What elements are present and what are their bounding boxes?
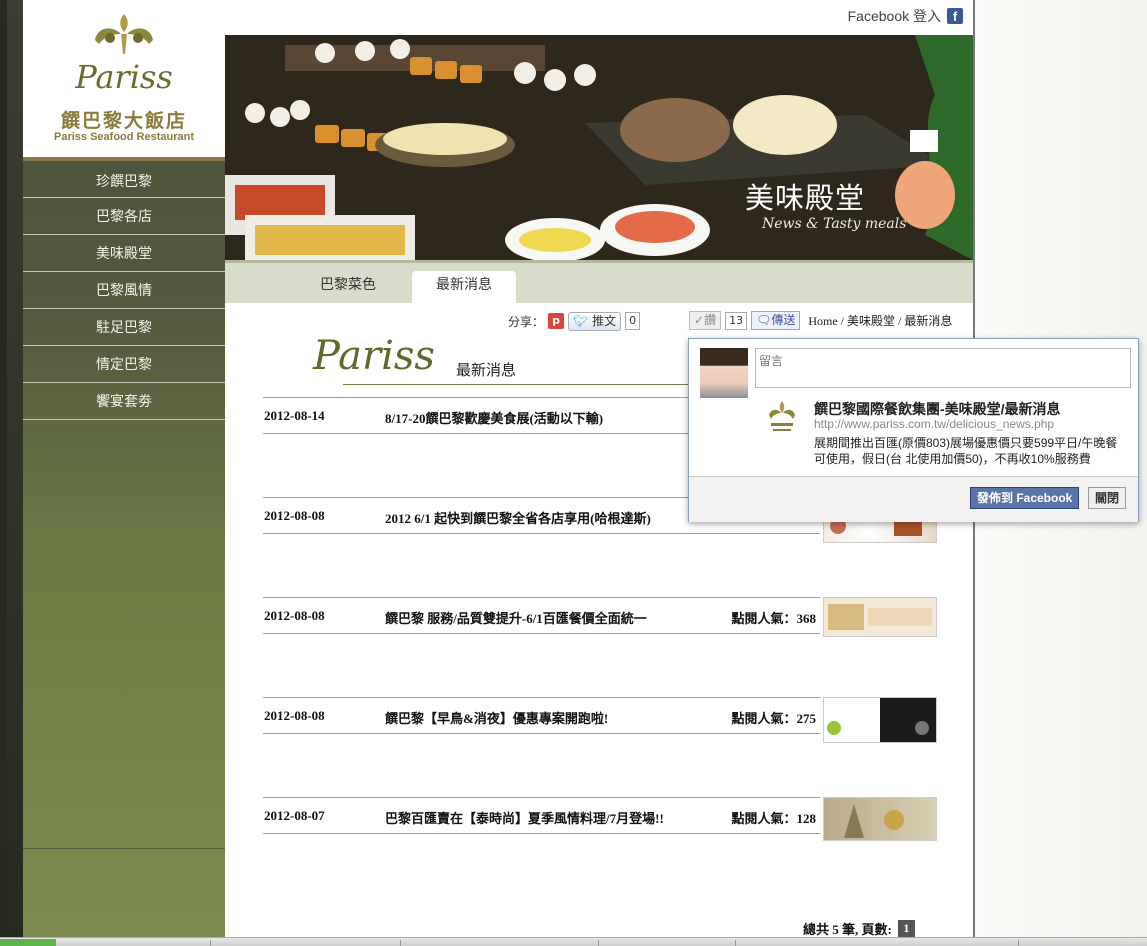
- plurk-icon[interactable]: p: [548, 313, 565, 329]
- facebook-login-link[interactable]: Facebook 登入 f: [848, 6, 963, 26]
- shared-link-description: 展期間推出百匯(原價803)展場優惠價只要599平日/午晚餐可使用，假日(台 北…: [814, 436, 1118, 466]
- speech-bubble-icon: 🗨︎: [756, 313, 772, 327]
- sidebar-item-cuisine[interactable]: 珍饌巴黎: [23, 165, 225, 198]
- news-views: 點閱人氣：275: [731, 711, 816, 726]
- news-thumbnail-4[interactable]: [823, 697, 937, 743]
- sidebar-item-branches[interactable]: 巴黎各店: [23, 198, 225, 235]
- news-date: 2012-08-08: [264, 508, 325, 523]
- close-button[interactable]: 關閉: [1088, 487, 1127, 509]
- news-title[interactable]: 饌巴黎【早鳥&消夜】優惠專案開跑啦!: [385, 708, 608, 727]
- like-button[interactable]: ✓讚: [689, 311, 722, 330]
- news-date: 2012-08-08: [264, 708, 325, 723]
- like-count: 13: [725, 311, 748, 330]
- send-label: 傳送: [771, 313, 796, 327]
- logo[interactable]: Pariss 饌巴黎大飯店 Pariss Seafood Restaurant: [23, 0, 225, 161]
- share-label: 分享：: [508, 314, 545, 329]
- news-thumbnail-5[interactable]: [823, 797, 937, 841]
- sidebar-item-style[interactable]: 巴黎風情: [23, 272, 225, 309]
- sidebar-item-vouchers[interactable]: 饗宴套劵: [23, 383, 225, 420]
- logo-name-zh: 饌巴黎大飯店: [60, 110, 187, 132]
- news-date: 2012-08-14: [264, 408, 325, 423]
- share-bar: 分享： p 🐦︎ 推文 0: [508, 311, 641, 331]
- comment-input[interactable]: [755, 348, 1131, 388]
- news-date: 2012-08-07: [264, 808, 325, 823]
- news-row-4[interactable]: 2012-08-08 饌巴黎【早鳥&消夜】優惠專案開跑啦! 點閱人氣：275: [263, 697, 820, 734]
- pagination: 總共 5 筆, 頁數: 1: [803, 919, 915, 938]
- news-row-5[interactable]: 2012-08-07 巴黎百匯賣在【泰時尚】夏季風情料理/7月登場!! 點閱人氣…: [263, 797, 820, 834]
- facebook-icon: f: [947, 8, 963, 24]
- news-title[interactable]: 巴黎百匯賣在【泰時尚】夏季風情料理/7月登場!!: [385, 808, 664, 827]
- tweet-label: 推文: [592, 313, 617, 328]
- tweet-count: 0: [625, 312, 641, 330]
- sidebar-item-wedding[interactable]: 情定巴黎: [23, 346, 225, 383]
- shared-link-url: http://www.pariss.com.tw/delicious_news.…: [814, 417, 1055, 431]
- tab-dishes[interactable]: 巴黎菜色: [295, 271, 401, 303]
- news-title[interactable]: 饌巴黎 服務/品質雙提升-6/1百匯餐價全面統一: [385, 608, 647, 627]
- sidebar-item-stay[interactable]: 駐足巴黎: [23, 309, 225, 346]
- left-background: [0, 0, 23, 945]
- tweet-button[interactable]: 🐦︎ 推文: [568, 311, 622, 331]
- news-title[interactable]: 8/17-20饌巴黎歡慶美食展(活動以下輸): [385, 408, 603, 427]
- user-avatar: [700, 348, 748, 398]
- pagination-summary: 總共 5 筆, 頁數:: [803, 922, 892, 937]
- sidebar-nav: 珍饌巴黎 巴黎各店 美味殿堂 巴黎風情 駐足巴黎 情定巴黎 饗宴套劵: [23, 165, 225, 420]
- top-bar: Facebook 登入 f: [225, 0, 973, 35]
- tab-bar: 巴黎菜色 最新消息: [225, 260, 973, 303]
- facebook-send-dialog: 饌巴黎國際餐飲集團-美味殿堂/最新消息 http://www.pariss.co…: [688, 338, 1139, 522]
- banner-title: 美味殿堂: [745, 181, 866, 215]
- section-script-logo: Pariss: [313, 333, 435, 379]
- news-thumbnail-3[interactable]: [823, 597, 937, 637]
- early-bird-night-owl-thumbnail-image: [827, 698, 936, 742]
- shared-link-title[interactable]: 饌巴黎國際餐飲集團-美味殿堂/最新消息: [814, 399, 1061, 419]
- sidebar-item-news[interactable]: 美味殿堂: [23, 235, 225, 272]
- news-views: 點閱人氣：368: [731, 611, 816, 626]
- logo-name-en: Pariss Seafood Restaurant: [54, 131, 194, 143]
- like-label: 讚: [704, 313, 717, 327]
- logo-emblem-icon: [95, 14, 153, 54]
- shared-link-logo: [769, 401, 795, 431]
- post-to-facebook-button[interactable]: 發佈到 Facebook: [970, 487, 1080, 509]
- thai-fashion-thumbnail-image: [844, 804, 904, 838]
- news-date: 2012-08-08: [264, 608, 325, 623]
- sidebar-divider: [23, 848, 225, 849]
- check-icon: ✓: [694, 313, 705, 327]
- page-1-button[interactable]: 1: [897, 920, 915, 937]
- news-views: 點閱人氣：128: [731, 811, 816, 826]
- twitter-bird-icon: 🐦︎: [573, 313, 589, 328]
- hero-banner: 美味殿堂 News & Tasty meals: [225, 35, 973, 260]
- service-quality-thumbnail-image: [828, 604, 932, 630]
- sidebar: Pariss 饌巴黎大飯店 Pariss Seafood Restaurant …: [23, 0, 225, 945]
- logo-script: Pariss: [75, 58, 173, 96]
- tab-latest-news[interactable]: 最新消息: [412, 271, 516, 303]
- banner-subtitle: News & Tasty meals: [762, 216, 907, 232]
- section-title: 最新消息: [456, 361, 517, 379]
- facebook-actions: ✓讚 13 🗨︎傳送 Home / 美味殿堂 / 最新消息: [689, 311, 952, 330]
- news-row-3[interactable]: 2012-08-08 饌巴黎 服務/品質雙提升-6/1百匯餐價全面統一 點閱人氣…: [263, 597, 820, 634]
- news-title[interactable]: 2012 6/1 起快到饌巴黎全省各店享用(哈根達斯): [385, 508, 651, 527]
- send-button[interactable]: 🗨︎傳送: [751, 311, 801, 330]
- facebook-login-label: Facebook 登入: [847, 8, 941, 24]
- breadcrumb[interactable]: Home / 美味殿堂 / 最新消息: [808, 312, 952, 329]
